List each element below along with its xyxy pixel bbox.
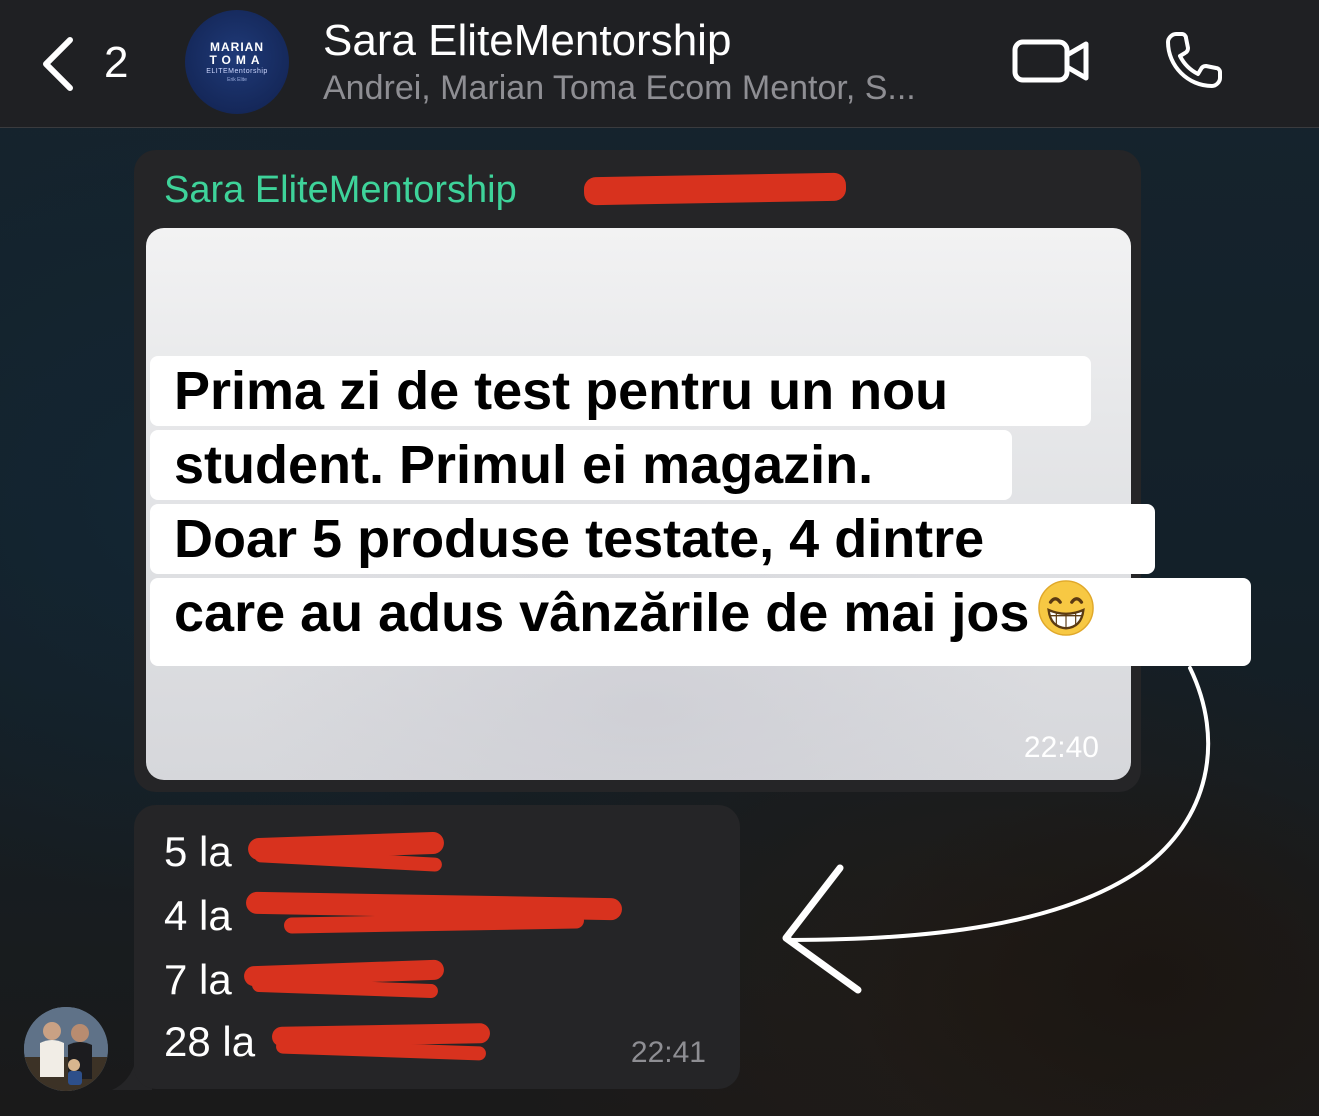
group-avatar-line2: TOMA — [209, 52, 265, 67]
redaction-mark — [283, 912, 585, 934]
group-avatar[interactable]: MARIAN TOMA ELITEMentorship Erik Elite — [185, 10, 289, 114]
message-bubble-text[interactable]: 5 la 4 la 7 la 28 la 22:41 — [134, 805, 740, 1089]
sale-line: 7 la — [164, 956, 232, 1003]
back-unread-count[interactable]: 2 — [104, 38, 128, 88]
message-time: 22:41 — [630, 1036, 706, 1069]
caption-line: Prima zi de test pentru un nou — [150, 356, 1091, 426]
sale-line: 5 la — [164, 828, 232, 875]
caption-line: student. Primul ei magazin. — [150, 430, 1012, 500]
chevron-left-icon[interactable] — [40, 36, 80, 92]
redaction-mark — [251, 977, 439, 999]
video-camera-icon[interactable] — [1012, 36, 1090, 86]
message-time: 22:40 — [1023, 731, 1099, 764]
group-avatar-line4: Erik Elite — [227, 76, 247, 83]
avatar-photo-icon — [24, 1007, 108, 1091]
caption-line: care au adus vânzările de mai jos — [150, 578, 1251, 666]
message-sender-name[interactable]: Sara EliteMentorship — [164, 168, 517, 212]
sale-line: 4 la — [164, 892, 232, 939]
caption-line-text: care au adus vânzările de mai jos — [174, 583, 1030, 643]
sender-avatar[interactable] — [24, 1007, 108, 1091]
caption-line: Doar 5 produse testate, 4 dintre — [150, 504, 1155, 574]
chat-participants[interactable]: Andrei, Marian Toma Ecom Mentor, S... — [323, 66, 916, 110]
sale-line: 28 la — [164, 1018, 256, 1065]
group-avatar-line3: ELITEMentorship — [206, 67, 268, 75]
phone-icon[interactable] — [1162, 28, 1226, 92]
redaction-mark — [583, 172, 847, 206]
group-avatar-line1: MARIAN — [210, 39, 264, 54]
grinning-face-emoji-icon — [1038, 580, 1095, 636]
chat-title[interactable]: Sara EliteMentorship — [323, 14, 731, 68]
chat-header: 2 MARIAN TOMA ELITEMentorship Erik Elite… — [0, 0, 1319, 128]
